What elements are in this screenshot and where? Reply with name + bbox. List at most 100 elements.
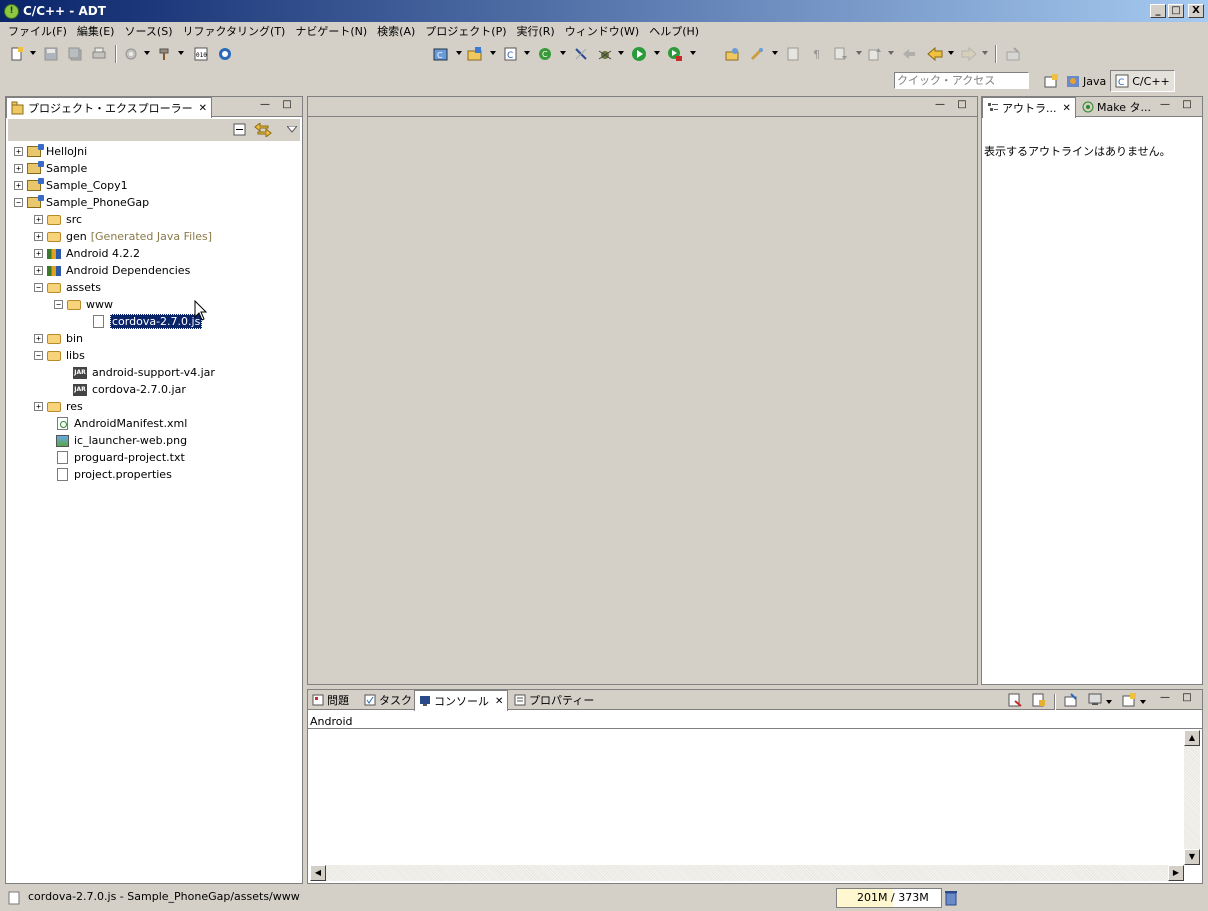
collapse-icon[interactable]: − bbox=[34, 351, 43, 360]
perspective-cpp[interactable]: C C/C++ bbox=[1110, 70, 1175, 92]
save-all-icon[interactable] bbox=[66, 45, 84, 63]
tree-item[interactable]: JAR android-support-v4.jar bbox=[72, 364, 215, 381]
debug-icon[interactable] bbox=[596, 45, 614, 63]
editor-area[interactable]: — □ bbox=[307, 96, 978, 685]
tree-item[interactable]: project.properties bbox=[54, 466, 172, 483]
expand-icon[interactable]: + bbox=[34, 266, 43, 275]
tree-item[interactable]: + Sample bbox=[14, 160, 87, 177]
link-with-editor-icon[interactable] bbox=[254, 121, 272, 140]
tree-item[interactable]: AndroidManifest.xml bbox=[54, 415, 187, 432]
menu-search[interactable]: 検索(A) bbox=[373, 23, 421, 39]
new-source-folder-icon[interactable] bbox=[466, 45, 484, 63]
tree-item[interactable]: proguard-project.txt bbox=[54, 449, 185, 466]
view-menu-icon[interactable] bbox=[285, 124, 299, 137]
tree-item[interactable]: − www bbox=[54, 296, 113, 313]
external-tools-icon[interactable] bbox=[666, 45, 684, 63]
menu-help[interactable]: ヘルプ(H) bbox=[645, 23, 705, 39]
close-button[interactable]: X bbox=[1188, 4, 1204, 18]
tree-item-selected[interactable]: cordova-2.7.0.js bbox=[90, 313, 203, 330]
pin-console-icon[interactable] bbox=[1064, 693, 1078, 710]
maximize-view-icon[interactable]: □ bbox=[1181, 693, 1193, 705]
save-icon[interactable] bbox=[42, 45, 60, 63]
menu-navigate[interactable]: ナビゲート(N) bbox=[291, 23, 373, 39]
prev-annotation-icon[interactable] bbox=[866, 45, 884, 63]
expand-icon[interactable]: + bbox=[34, 232, 43, 241]
tree-item[interactable]: + src bbox=[34, 211, 82, 228]
tab-properties[interactable]: プロパティー bbox=[510, 690, 598, 710]
clear-console-icon[interactable] bbox=[1008, 693, 1022, 710]
last-edit-icon[interactable] bbox=[900, 45, 918, 63]
menu-refactor[interactable]: リファクタリング(T) bbox=[178, 23, 291, 39]
close-tab-icon[interactable]: ✕ bbox=[199, 103, 207, 114]
pin-editor-icon[interactable] bbox=[1004, 45, 1022, 63]
tree-item[interactable]: ic_launcher-web.png bbox=[54, 432, 187, 449]
tab-tasks[interactable]: タスク bbox=[360, 690, 416, 710]
maximize-view-icon[interactable]: □ bbox=[281, 100, 293, 112]
next-annotation-icon[interactable] bbox=[832, 45, 850, 63]
expand-icon[interactable]: + bbox=[14, 181, 23, 190]
console-horizontal-scrollbar[interactable]: ◀ ▶ bbox=[310, 865, 1184, 881]
console-vertical-scrollbar[interactable]: ▲ ▼ bbox=[1184, 730, 1200, 865]
heap-status[interactable]: 201M / 373M bbox=[836, 888, 942, 908]
toggle-mark-icon[interactable] bbox=[784, 45, 802, 63]
scroll-lock-icon[interactable] bbox=[1032, 693, 1046, 710]
back-icon[interactable] bbox=[926, 45, 944, 63]
show-whitespace-icon[interactable]: ¶ bbox=[808, 45, 826, 63]
menu-edit[interactable]: 編集(E) bbox=[73, 23, 121, 39]
android-sdk-manager-icon[interactable] bbox=[572, 45, 590, 63]
run-icon[interactable] bbox=[630, 45, 648, 63]
expand-icon[interactable]: + bbox=[34, 249, 43, 258]
menu-source[interactable]: ソース(S) bbox=[120, 23, 178, 39]
minimize-view-icon[interactable]: — bbox=[934, 100, 946, 112]
tree-item[interactable]: + res bbox=[34, 398, 83, 415]
maximize-view-icon[interactable]: □ bbox=[956, 100, 968, 112]
expand-icon[interactable]: + bbox=[34, 402, 43, 411]
collapse-icon[interactable]: − bbox=[54, 300, 63, 309]
tree-item[interactable]: + Sample_Copy1 bbox=[14, 177, 128, 194]
new-icon[interactable] bbox=[8, 45, 26, 63]
tab-project-explorer[interactable]: プロジェクト・エクスプローラー ✕ bbox=[6, 97, 213, 118]
tree-item[interactable]: + Android Dependencies bbox=[34, 262, 190, 279]
maximize-button[interactable]: □ bbox=[1168, 4, 1184, 18]
minimize-view-icon[interactable]: — bbox=[259, 100, 271, 112]
open-perspective-button[interactable] bbox=[1040, 70, 1062, 92]
scroll-left-icon[interactable]: ◀ bbox=[310, 865, 326, 881]
new-c-file-icon[interactable]: C bbox=[536, 45, 554, 63]
tree-item[interactable]: + bin bbox=[34, 330, 83, 347]
scroll-right-icon[interactable]: ▶ bbox=[1168, 865, 1184, 881]
tree-item[interactable]: + Android 4.2.2 bbox=[34, 245, 140, 262]
maximize-view-icon[interactable]: □ bbox=[1181, 100, 1193, 112]
minimize-view-icon[interactable]: — bbox=[1159, 100, 1171, 112]
build-settings-icon[interactable] bbox=[122, 45, 140, 63]
new-cpp-project-icon[interactable]: C bbox=[432, 45, 450, 63]
expand-icon[interactable]: + bbox=[34, 215, 43, 224]
new-class-icon[interactable]: C bbox=[502, 45, 520, 63]
build-hammer-icon[interactable] bbox=[156, 45, 174, 63]
tab-console[interactable]: コンソール ✕ bbox=[414, 690, 509, 711]
print-icon[interactable] bbox=[90, 45, 108, 63]
collapse-icon[interactable]: − bbox=[14, 198, 23, 207]
binary-icon[interactable]: 010 bbox=[192, 45, 210, 63]
close-tab-icon[interactable]: ✕ bbox=[495, 696, 503, 707]
minimize-view-icon[interactable]: — bbox=[1159, 693, 1171, 705]
garbage-collect-icon[interactable] bbox=[944, 890, 958, 906]
forward-icon[interactable] bbox=[960, 45, 978, 63]
close-tab-icon[interactable]: ✕ bbox=[1063, 103, 1071, 114]
quick-access-input[interactable]: クイック・アクセス bbox=[894, 72, 1029, 89]
debug-settings-icon[interactable] bbox=[216, 45, 234, 63]
expand-icon[interactable]: + bbox=[14, 164, 23, 173]
search-icon[interactable] bbox=[748, 45, 766, 63]
expand-icon[interactable]: + bbox=[34, 334, 43, 343]
tab-problems[interactable]: 問題 bbox=[308, 690, 353, 710]
tree-item[interactable]: − libs bbox=[34, 347, 85, 364]
menu-run[interactable]: 実行(R) bbox=[513, 23, 561, 39]
open-type-icon[interactable] bbox=[724, 45, 742, 63]
tree-item[interactable]: + HelloJni bbox=[14, 143, 87, 160]
tree-item[interactable]: + gen [Generated Java Files] bbox=[34, 228, 212, 245]
tree-item[interactable]: JAR cordova-2.7.0.jar bbox=[72, 381, 186, 398]
collapse-all-icon[interactable] bbox=[233, 123, 247, 140]
open-console-icon[interactable] bbox=[1122, 693, 1136, 710]
scroll-up-icon[interactable]: ▲ bbox=[1184, 730, 1200, 746]
tree-item[interactable]: − Sample_PhoneGap bbox=[14, 194, 149, 211]
tab-make-targets[interactable]: Make タ... bbox=[1078, 97, 1155, 117]
